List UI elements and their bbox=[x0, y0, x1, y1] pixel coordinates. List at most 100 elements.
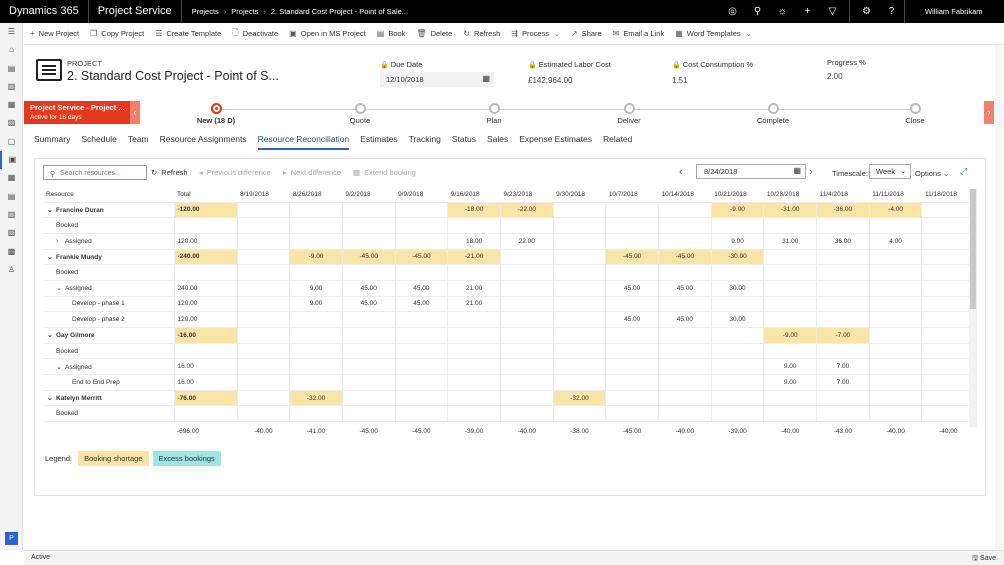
help-icon[interactable]: ? bbox=[879, 0, 904, 23]
tab-resource-reconciliation[interactable]: Resource Reconciliation bbox=[257, 134, 350, 150]
tab-estimates[interactable]: Estimates bbox=[360, 134, 397, 150]
stage-close[interactable]: Close bbox=[885, 101, 945, 125]
week-cell bbox=[553, 374, 607, 391]
delete-button[interactable]: 🗑 Delete bbox=[416, 29, 452, 38]
deactivate-button[interactable]: 🗋 Deactivate bbox=[232, 27, 278, 41]
chevron-down-icon[interactable]: ⌄ bbox=[47, 394, 56, 402]
gear-icon[interactable]: ⚙ bbox=[854, 0, 879, 23]
filter-icon[interactable]: ▽ bbox=[820, 0, 845, 23]
stage-new-18-d[interactable]: New (18 D) bbox=[186, 101, 246, 125]
list-icon[interactable]: ▥ bbox=[0, 206, 23, 224]
area-badge[interactable]: P bbox=[5, 532, 18, 545]
refresh-button[interactable]: ↻ Refresh bbox=[463, 29, 500, 38]
date-picker[interactable]: 8/24/2018 ▦ bbox=[696, 164, 806, 179]
tab-related[interactable]: Related bbox=[603, 134, 632, 150]
tab-resource-assignments[interactable]: Resource Assignments bbox=[160, 134, 247, 150]
tab-team[interactable]: Team bbox=[128, 134, 149, 150]
people-icon[interactable]: ♙ bbox=[0, 261, 23, 279]
tab-expense-estimates[interactable]: Expense Estimates bbox=[519, 134, 592, 150]
chevron-down-icon[interactable]: ⌄ bbox=[47, 331, 56, 339]
previous-period-icon[interactable]: ‹ bbox=[679, 166, 683, 178]
page-scrollbar[interactable] bbox=[995, 45, 1004, 550]
expand-icon[interactable]: ⤢ bbox=[960, 166, 967, 177]
breadcrumb-item-projects[interactable]: Projects bbox=[192, 7, 219, 16]
record-status: Active bbox=[31, 554, 51, 561]
chevron-down-icon[interactable]: ⌄ bbox=[47, 253, 56, 261]
chevron-right-icon[interactable]: › bbox=[56, 238, 65, 245]
search-icon[interactable]: ⚲ bbox=[745, 0, 770, 23]
documents-icon[interactable]: ▢ bbox=[0, 133, 23, 151]
scrollbar-thumb[interactable] bbox=[970, 189, 976, 309]
share-button[interactable]: ↗ Share bbox=[571, 29, 602, 38]
brand-title[interactable]: Dynamics 365 bbox=[0, 0, 89, 23]
new-project-button[interactable]: + New Project bbox=[30, 29, 79, 38]
tab-status[interactable]: Status bbox=[452, 134, 476, 150]
breadcrumb-item-projects-2[interactable]: Projects bbox=[231, 7, 258, 16]
week-cell: -21.00 bbox=[447, 249, 501, 266]
progress-label: Progress % bbox=[827, 58, 866, 67]
schedule-icon[interactable]: ▤ bbox=[0, 188, 23, 206]
resource-name-cell[interactable]: ⌄ Frankie Mundy bbox=[43, 249, 175, 266]
resource-name-cell[interactable]: ⌄ Francine Duran bbox=[43, 202, 175, 219]
extend-booking-button[interactable]: ▦ Extend booking bbox=[353, 168, 416, 177]
resource-name-cell[interactable]: ⌄ Katelyn Merritt bbox=[43, 390, 175, 407]
plus-icon[interactable]: + bbox=[795, 0, 820, 23]
settings-icon[interactable]: ▩ bbox=[0, 243, 23, 261]
recent-icon[interactable]: ▤ bbox=[0, 60, 23, 78]
week-cell bbox=[553, 311, 607, 328]
next-period-icon[interactable]: › bbox=[809, 166, 813, 178]
resource-name-cell[interactable]: ⌄ Gay Gilmore bbox=[43, 327, 175, 344]
chevron-down-icon[interactable]: ⌄ bbox=[47, 206, 56, 214]
app-title[interactable]: Project Service bbox=[89, 0, 182, 23]
tab-sales[interactable]: Sales bbox=[487, 134, 508, 150]
timescale-select[interactable]: Week ⌄ bbox=[869, 164, 911, 179]
calendar-icon[interactable]: ▦ bbox=[482, 74, 490, 83]
calendar-icon[interactable]: ▦ bbox=[0, 169, 23, 187]
stage-quote[interactable]: Quote bbox=[330, 101, 390, 125]
chevron-right-icon[interactable]: › bbox=[984, 101, 994, 124]
menu-icon[interactable]: ☰ bbox=[0, 23, 23, 41]
target-icon[interactable]: ◎ bbox=[720, 0, 745, 23]
resource-name: Gay Gilmore bbox=[56, 332, 95, 340]
tab-tracking[interactable]: Tracking bbox=[409, 134, 441, 150]
total-cell: -120.00 bbox=[174, 202, 238, 219]
tab-summary[interactable]: Summary bbox=[34, 134, 70, 150]
word-templates-button[interactable]: ▦ Word Templates ⌄ bbox=[675, 29, 751, 38]
active-process[interactable]: Project Service - Project ... Active for… bbox=[24, 101, 139, 124]
chevron-down-icon[interactable]: ⌄ bbox=[56, 363, 65, 371]
tab-schedule[interactable]: Schedule bbox=[81, 134, 116, 150]
stage-plan[interactable]: Plan bbox=[464, 101, 524, 125]
options-button[interactable]: Options ⌄ bbox=[915, 169, 949, 178]
projects-icon[interactable]: ▦ bbox=[0, 96, 23, 114]
previous-difference-button[interactable]: ◂ Previous difference bbox=[199, 168, 271, 177]
email-a-link-button[interactable]: ✉ Email a Link bbox=[613, 29, 665, 38]
project-grid-icon[interactable]: ▣ bbox=[0, 151, 23, 170]
user-name[interactable]: William Fabrikam bbox=[904, 0, 1004, 23]
book-button[interactable]: ▤ Book bbox=[377, 29, 406, 38]
pinned-icon[interactable]: ▥ bbox=[0, 78, 23, 96]
stage-deliver[interactable]: Deliver bbox=[599, 101, 659, 125]
week-cell bbox=[395, 327, 449, 344]
search-input[interactable]: ⚲ Search resources... bbox=[43, 165, 147, 180]
week-cell bbox=[921, 202, 976, 219]
chevron-left-icon[interactable]: ‹ bbox=[130, 101, 140, 124]
copy-project-button[interactable]: ❐ Copy Project bbox=[90, 29, 144, 38]
open-in-ms-project-button[interactable]: ▣ Open in MS Project bbox=[289, 29, 366, 38]
home-icon[interactable]: ⌂ bbox=[0, 41, 23, 59]
refresh-button[interactable]: ↻ Refresh bbox=[151, 168, 188, 177]
contacts-icon[interactable]: ▨ bbox=[0, 224, 23, 242]
chevron-down-icon[interactable]: ⌄ bbox=[56, 284, 65, 292]
next-difference-button[interactable]: ▸ Next difference bbox=[283, 168, 341, 177]
create-template-button[interactable]: ☰ Create Template bbox=[155, 29, 221, 38]
lightbulb-icon[interactable]: ☼ bbox=[770, 0, 795, 23]
resources-icon[interactable]: ▧ bbox=[0, 114, 23, 132]
breadcrumb-item-current[interactable]: 2. Standard Cost Project - Point of Sale… bbox=[271, 7, 408, 16]
save-button[interactable]: 🖫 Save bbox=[972, 554, 996, 565]
stage-complete[interactable]: Complete bbox=[743, 101, 803, 125]
delete-icon: 🗑 bbox=[416, 29, 427, 38]
calendar-icon[interactable]: ▦ bbox=[793, 166, 801, 175]
grid-scrollbar[interactable] bbox=[969, 189, 977, 427]
active-process-duration: Active for 18 days bbox=[30, 114, 82, 121]
due-date-input[interactable]: 12/10/2018 ▦ bbox=[380, 72, 494, 87]
process-button[interactable]: ⇶ Process ⌄ bbox=[511, 29, 560, 38]
